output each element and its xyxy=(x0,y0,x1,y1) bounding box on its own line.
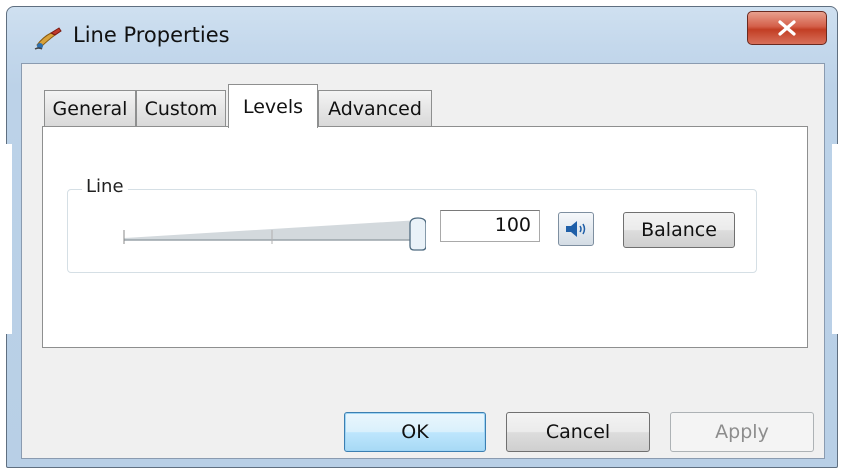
screenshot-edge-gap xyxy=(832,144,844,334)
window-title: Line Properties xyxy=(73,23,230,47)
tab-custom[interactable]: Custom xyxy=(136,90,226,126)
line-level-group: Line 100 Balance xyxy=(67,176,757,273)
speaker-icon xyxy=(566,221,586,237)
speaker-brush-icon xyxy=(33,25,63,51)
balance-button[interactable]: Balance xyxy=(623,212,735,248)
title-bar[interactable]: Line Properties xyxy=(7,7,837,65)
slider-thumb[interactable] xyxy=(409,217,427,251)
tab-general[interactable]: General xyxy=(44,90,136,126)
ok-button[interactable]: OK xyxy=(344,412,486,452)
line-properties-window: Line Properties General Custom Levels Ad… xyxy=(6,6,838,468)
close-button[interactable] xyxy=(747,11,827,45)
volume-slider[interactable] xyxy=(120,210,427,254)
apply-button[interactable]: Apply xyxy=(670,412,814,452)
screenshot-edge-gap xyxy=(0,144,12,334)
group-label: Line xyxy=(82,176,128,197)
tab-advanced[interactable]: Advanced xyxy=(318,90,432,126)
volume-value-field[interactable]: 100 xyxy=(440,210,540,242)
levels-tab-panel: Line 100 Balance xyxy=(42,126,808,348)
cancel-button[interactable]: Cancel xyxy=(506,412,650,452)
close-icon xyxy=(778,20,796,36)
tab-levels[interactable]: Levels xyxy=(228,84,318,128)
mute-button[interactable] xyxy=(558,212,594,246)
dialog-client-area: General Custom Levels Advanced Line 100 … xyxy=(21,63,825,459)
